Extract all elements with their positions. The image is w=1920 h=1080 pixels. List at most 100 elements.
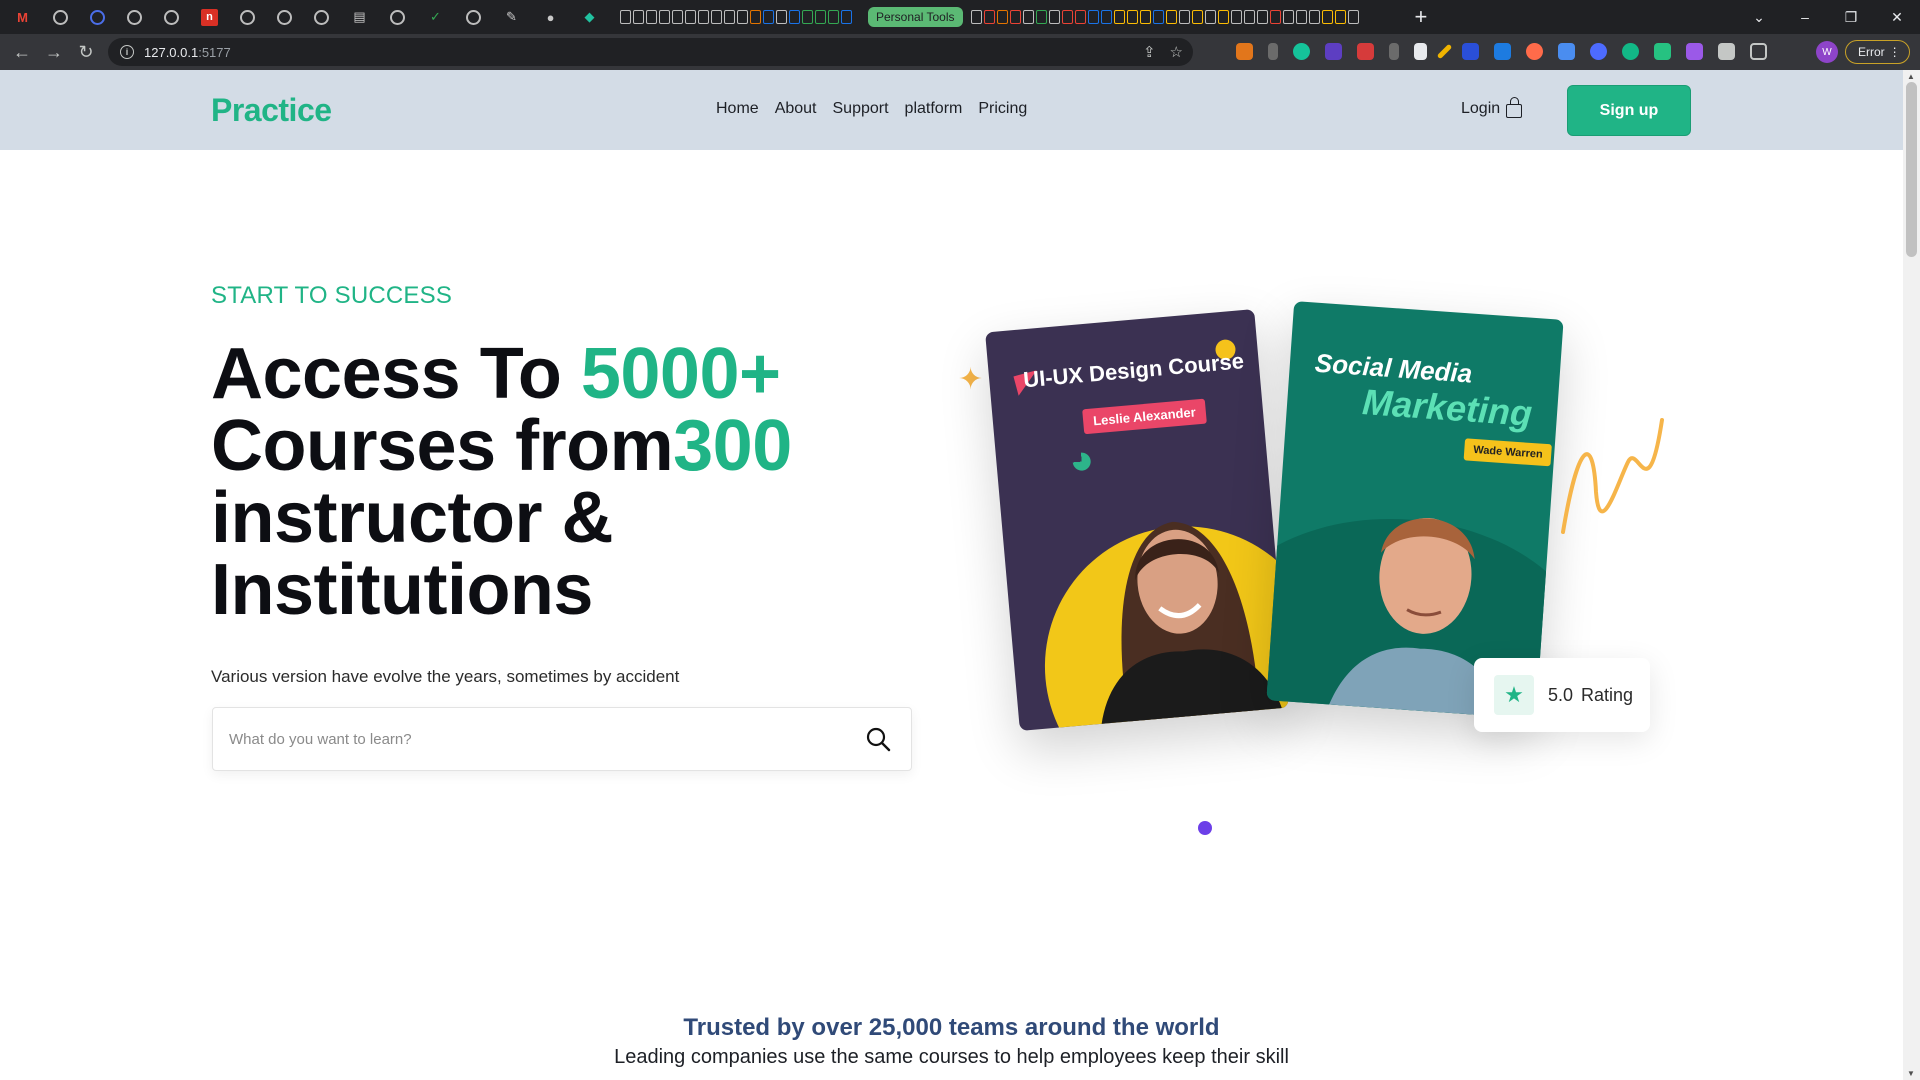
- tab-icon[interactable]: [1347, 10, 1359, 24]
- tab-icon[interactable]: ▤: [351, 9, 368, 26]
- tab-icon[interactable]: [983, 10, 995, 24]
- extension-icon[interactable]: [1436, 43, 1453, 60]
- extension-icon[interactable]: [1590, 43, 1607, 60]
- new-tab-plus-icon[interactable]: +: [1415, 4, 1428, 30]
- course-card-uiux[interactable]: UI-UX Design Course Leslie Alexander: [985, 308, 1289, 732]
- extension-icon[interactable]: [1526, 43, 1543, 60]
- tab-icon[interactable]: [277, 9, 292, 25]
- extension-icon[interactable]: [1462, 43, 1479, 60]
- tab-icon[interactable]: [1139, 10, 1151, 24]
- tab-icon[interactable]: [659, 10, 670, 24]
- tab-icon[interactable]: [1152, 10, 1164, 24]
- tab-icon[interactable]: [620, 10, 631, 24]
- extension-icon[interactable]: [1268, 43, 1278, 60]
- extension-icon[interactable]: [1686, 43, 1703, 60]
- tab-icon[interactable]: [1217, 10, 1229, 24]
- tab-icon[interactable]: [970, 10, 982, 24]
- tab-icon[interactable]: [1022, 10, 1034, 24]
- tab-icon[interactable]: [1256, 10, 1268, 24]
- extension-icon[interactable]: [1494, 43, 1511, 60]
- close-icon[interactable]: ✕: [1874, 9, 1920, 26]
- extension-icon[interactable]: [1389, 43, 1399, 60]
- tab-icon[interactable]: [1178, 10, 1190, 24]
- tab-icon[interactable]: [763, 10, 774, 24]
- tab-icon[interactable]: n: [201, 8, 218, 26]
- tab-icon[interactable]: [1269, 10, 1281, 24]
- site-logo[interactable]: Practice: [211, 92, 332, 129]
- tab-icon[interactable]: [737, 10, 748, 24]
- signup-button[interactable]: Sign up: [1567, 85, 1691, 136]
- course-card-social-media[interactable]: Social Media Marketing Wade Warren: [1266, 301, 1564, 719]
- tab-icon[interactable]: [724, 10, 735, 24]
- carousel-dot[interactable]: [1198, 821, 1212, 835]
- search-icon[interactable]: [865, 726, 891, 752]
- minimize-icon[interactable]: –: [1782, 9, 1828, 25]
- tab-icon[interactable]: [466, 9, 481, 25]
- tab-icon[interactable]: [1308, 10, 1320, 24]
- nav-link-about[interactable]: About: [775, 100, 817, 118]
- tab-icon[interactable]: [1230, 10, 1242, 24]
- tab-icon[interactable]: [1204, 10, 1216, 24]
- tab-icon[interactable]: [1009, 10, 1021, 24]
- tab-icon[interactable]: [1191, 10, 1203, 24]
- extension-icon[interactable]: [1357, 43, 1374, 60]
- scrollbar-thumb[interactable]: [1906, 82, 1917, 257]
- address-bar[interactable]: i 127.0.0.1:5177 ⇪ ☆: [108, 38, 1193, 66]
- extensions-puzzle-icon[interactable]: [1718, 43, 1735, 60]
- extension-icon[interactable]: [1558, 43, 1575, 60]
- tab-icon[interactable]: [841, 10, 852, 24]
- tab-icon[interactable]: [314, 9, 329, 25]
- tab-icon[interactable]: [1282, 10, 1294, 24]
- gmail-tab-icon[interactable]: M: [14, 9, 31, 26]
- tab-icon[interactable]: [1087, 10, 1099, 24]
- forward-arrow-icon[interactable]: →: [38, 42, 70, 63]
- tab-icon[interactable]: [1126, 10, 1138, 24]
- tab-group-label[interactable]: Personal Tools: [868, 7, 963, 27]
- page-scrollbar[interactable]: ▲ ▼: [1903, 70, 1920, 1080]
- extension-icon[interactable]: [1622, 43, 1639, 60]
- tab-icon[interactable]: [698, 10, 709, 24]
- nav-link-home[interactable]: Home: [716, 100, 759, 118]
- tab-icon[interactable]: ✎: [503, 9, 520, 26]
- tab-icon[interactable]: [1100, 10, 1112, 24]
- restore-icon[interactable]: ❐: [1828, 9, 1874, 26]
- tab-icon[interactable]: [685, 10, 696, 24]
- side-panel-icon[interactable]: [1750, 43, 1767, 60]
- tab-icon[interactable]: [996, 10, 1008, 24]
- tab-icon[interactable]: [672, 10, 683, 24]
- github-tab-icon[interactable]: ●: [542, 9, 559, 26]
- tab-icon[interactable]: [1165, 10, 1177, 24]
- tab-icon[interactable]: [1321, 10, 1333, 24]
- tab-icon[interactable]: [802, 10, 813, 24]
- bookmark-star-icon[interactable]: ☆: [1170, 43, 1183, 61]
- metamask-extension-icon[interactable]: [1236, 43, 1253, 60]
- tab-icon[interactable]: [1035, 10, 1047, 24]
- tab-icon[interactable]: [1113, 10, 1125, 24]
- tab-icon[interactable]: [815, 10, 826, 24]
- nav-link-support[interactable]: Support: [833, 100, 889, 118]
- scroll-up-arrow-icon[interactable]: ▲: [1907, 72, 1915, 81]
- search-input[interactable]: [229, 730, 829, 748]
- tab-icon[interactable]: ◆: [581, 9, 598, 26]
- tab-icon[interactable]: [127, 9, 142, 25]
- tab-icon[interactable]: [1334, 10, 1346, 24]
- tab-icon[interactable]: [390, 9, 405, 25]
- share-icon[interactable]: ⇪: [1143, 43, 1156, 61]
- extension-icon[interactable]: [1414, 43, 1427, 60]
- reload-icon[interactable]: ↻: [70, 42, 102, 63]
- tab-icon[interactable]: [164, 9, 179, 25]
- login-link[interactable]: Login: [1461, 97, 1523, 118]
- browser-error-chip[interactable]: Error: [1845, 40, 1910, 64]
- extension-icon[interactable]: [1654, 43, 1671, 60]
- tab-icon[interactable]: [240, 9, 255, 25]
- tab-icon[interactable]: [828, 10, 839, 24]
- profile-avatar[interactable]: W: [1816, 41, 1838, 63]
- tab-icon[interactable]: [750, 10, 761, 24]
- nav-link-pricing[interactable]: Pricing: [978, 100, 1027, 118]
- tab-icon[interactable]: ✓: [427, 9, 444, 26]
- tab-icon[interactable]: [633, 10, 644, 24]
- tab-icon[interactable]: [776, 10, 787, 24]
- tab-icon[interactable]: [1243, 10, 1255, 24]
- tab-icon[interactable]: [53, 9, 68, 25]
- tab-icon[interactable]: [789, 10, 800, 24]
